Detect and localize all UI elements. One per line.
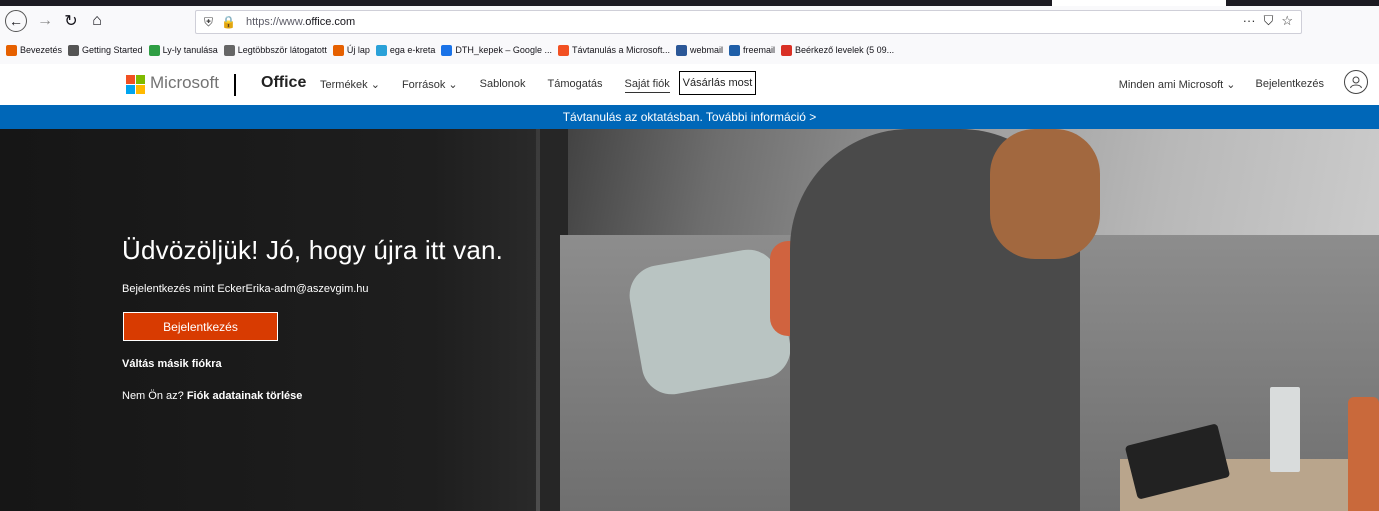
bookmarks-toolbar: Bevezetés Getting Started Ly-ly tanulása Le… xyxy=(0,36,1379,65)
header-sign-in-link[interactable]: Bejelentkezés xyxy=(1256,78,1325,91)
bookmark-item[interactable]: DTH_kepek – Google ... xyxy=(441,44,552,56)
hero-photo-head xyxy=(990,129,1100,259)
bookmark-label: Új lap xyxy=(346,45,370,55)
forget-account-row: Nem Ön az? Fiók adatainak törlése xyxy=(122,390,302,402)
bookmark-item[interactable]: Ly-ly tanulása xyxy=(148,44,218,56)
bookmark-favicon-icon xyxy=(729,44,741,56)
bookmark-favicon-icon xyxy=(223,44,235,56)
bookmark-label: Bevezetés xyxy=(20,45,63,55)
bookmark-label: freemail xyxy=(743,45,776,55)
bookmark-label: Beérkező levelek (5 09... xyxy=(795,45,895,55)
forward-icon[interactable]: → xyxy=(34,10,56,32)
lock-icon[interactable]: 🔒 xyxy=(221,15,236,29)
bookmark-label: ega e-kreta xyxy=(389,45,436,55)
bookmark-star-icon[interactable]: ☆ xyxy=(1281,13,1293,29)
microsoft-brand[interactable]: Microsoft xyxy=(150,73,219,93)
bookmark-item[interactable]: webmail xyxy=(676,44,724,56)
bookmark-favicon-icon xyxy=(375,44,387,56)
logo-square xyxy=(126,75,135,84)
browser-toolbar: ← → ↻ ⌂ ⛨ 🔒 https://www.office.com ··· ⛉… xyxy=(0,6,1379,36)
forget-account-link[interactable]: Fiók adatainak törlése xyxy=(187,390,303,402)
bookmark-item[interactable]: Getting Started xyxy=(68,44,143,56)
pocket-icon[interactable]: ⛉ xyxy=(1264,13,1274,29)
header-divider xyxy=(234,74,236,96)
url-text[interactable]: https://www.office.com xyxy=(246,16,355,28)
home-icon[interactable]: ⌂ xyxy=(86,10,108,32)
bookmark-item[interactable]: Beérkező levelek (5 09... xyxy=(781,44,895,56)
bookmark-favicon-icon xyxy=(6,44,17,56)
more-actions-icon[interactable]: ··· xyxy=(1243,13,1256,29)
office-brand[interactable]: Office xyxy=(261,74,306,92)
bookmark-favicon-icon xyxy=(557,44,569,56)
microsoft-logo-icon[interactable] xyxy=(126,75,145,94)
bookmark-favicon-icon xyxy=(781,44,793,56)
bookmark-item[interactable]: Legtöbbször látogatott xyxy=(223,44,327,56)
reload-icon[interactable]: ↻ xyxy=(60,10,82,32)
logo-square xyxy=(126,85,135,94)
bookmark-label: Távtanulás a Microsoft... xyxy=(571,45,671,55)
tracking-shield-icon[interactable]: ⛨ xyxy=(204,15,213,30)
bookmark-item[interactable]: Bevezetés xyxy=(6,44,63,56)
header-right: Minden ami Microsoft ⌄ Bejelentkezés xyxy=(1119,78,1324,91)
bookmark-label: Legtöbbször látogatott xyxy=(237,45,327,55)
bookmark-favicon-icon xyxy=(441,44,453,56)
account-avatar-icon[interactable] xyxy=(1344,70,1368,94)
nav-my-account[interactable]: Saját fiók xyxy=(624,78,670,93)
promo-banner[interactable]: Távtanulás az oktatásban. További inform… xyxy=(0,105,1379,129)
welcome-heading: Üdvözöljük! Jó, hogy újra itt van. xyxy=(122,235,504,265)
buy-now-button[interactable]: Vásárlás most xyxy=(679,71,756,95)
bookmark-item[interactable]: freemail xyxy=(729,44,776,56)
bookmark-item[interactable]: Új lap xyxy=(332,44,370,56)
nav-support[interactable]: Támogatás xyxy=(548,78,603,93)
bookmark-label: Getting Started xyxy=(82,45,143,55)
address-bar[interactable]: ⛨ 🔒 https://www.office.com ··· ⛉ ☆ xyxy=(195,10,1302,34)
logo-square xyxy=(136,85,145,94)
hero-photo-vase xyxy=(1348,397,1379,511)
microsoft-header: Microsoft Office Termékek ⌄ Források ⌄ S… xyxy=(0,64,1379,105)
nav-resources[interactable]: Források ⌄ xyxy=(402,78,458,93)
bookmark-item[interactable]: ega e-kreta xyxy=(375,44,436,56)
bookmark-label: DTH_kepek – Google ... xyxy=(455,45,552,55)
hero-photo-glass xyxy=(1270,387,1300,472)
bookmark-favicon-icon xyxy=(148,44,160,56)
nav-products[interactable]: Termékek ⌄ xyxy=(320,78,380,93)
bookmark-item[interactable]: Távtanulás a Microsoft... xyxy=(557,44,671,56)
all-microsoft-menu[interactable]: Minden ami Microsoft ⌄ xyxy=(1119,78,1236,91)
promo-banner-text[interactable]: Távtanulás az oktatásban. További inform… xyxy=(563,110,817,124)
not-you-text: Nem Ön az? xyxy=(122,390,184,402)
logo-square xyxy=(136,75,145,84)
bookmark-label: webmail xyxy=(690,45,724,55)
hero-section: Üdvözöljük! Jó, hogy újra itt van. Bejel… xyxy=(0,129,1379,511)
back-icon[interactable]: ← xyxy=(5,10,27,32)
bookmark-favicon-icon xyxy=(332,44,344,56)
sign-in-button[interactable]: Bejelentkezés xyxy=(123,312,278,341)
bookmark-label: Ly-ly tanulása xyxy=(162,45,218,55)
bookmark-favicon-icon xyxy=(676,44,688,56)
header-nav: Termékek ⌄ Források ⌄ Sablonok Támogatás… xyxy=(320,78,692,93)
switch-account-link[interactable]: Váltás másik fiókra xyxy=(122,358,222,370)
signed-in-as-text: Bejelentkezés mint EckerErika-adm@aszevg… xyxy=(122,283,369,295)
nav-templates[interactable]: Sablonok xyxy=(480,78,526,93)
bookmark-favicon-icon xyxy=(68,44,80,56)
